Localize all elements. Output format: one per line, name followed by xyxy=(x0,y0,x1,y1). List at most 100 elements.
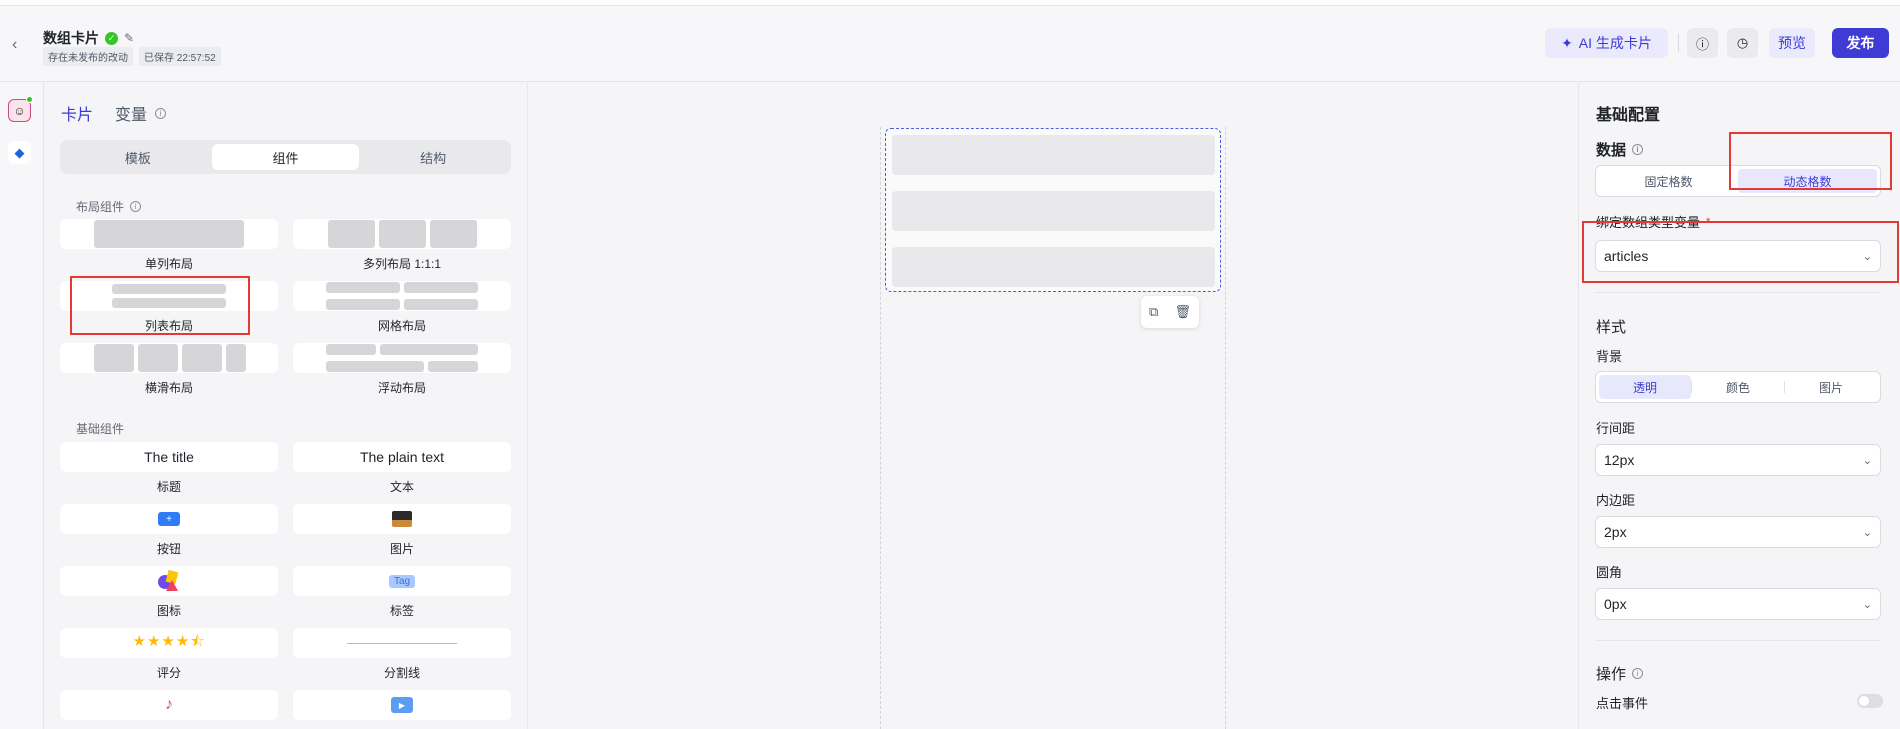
selected-list-component[interactable] xyxy=(885,128,1221,292)
tab-card[interactable]: 卡片 xyxy=(61,101,93,125)
style-section-title: 样式 xyxy=(1596,319,1627,336)
floating-layout-card[interactable] xyxy=(293,343,511,373)
info-icon: i xyxy=(130,201,142,212)
component-label: 横滑布局 xyxy=(144,381,193,395)
placeholder-block xyxy=(327,220,375,248)
padding-label: 内边距 xyxy=(1596,493,1636,508)
action-section-title: 操作 i xyxy=(1596,663,1644,684)
segment-templates[interactable]: 模板 xyxy=(64,144,212,170)
layout-section-label: 布局组件 i xyxy=(76,198,142,215)
icon-component-card[interactable] xyxy=(60,566,278,596)
background-color-option[interactable]: 颜色 xyxy=(1692,375,1784,399)
component-label: 浮动布局 xyxy=(377,381,426,395)
component-label: 网格布局 xyxy=(377,319,426,333)
single-column-layout-card[interactable] xyxy=(60,219,278,249)
rating-component-card[interactable]: ★★★★⯪ xyxy=(60,628,278,658)
background-image-option[interactable]: 图片 xyxy=(1785,375,1877,399)
editor-canvas[interactable]: ⧉ 🗑 xyxy=(529,83,1578,729)
chevron-down-icon: ⌄ xyxy=(1862,598,1872,611)
segment-structure[interactable]: 结构 xyxy=(359,144,507,170)
info-button[interactable]: ⓘ xyxy=(1687,28,1718,58)
unpublished-badge: 存在未发布的改动 xyxy=(43,47,133,66)
data-label: 数据 i xyxy=(1596,139,1644,160)
app-logo-icon[interactable]: ◆ xyxy=(8,141,31,164)
chevron-left-icon[interactable]: ‹ xyxy=(12,36,17,54)
music-note-icon: ♪ xyxy=(165,696,173,713)
grid-layout-card[interactable] xyxy=(293,281,511,311)
audio-component-card[interactable]: ♪ xyxy=(60,690,278,720)
text-preview: The plain text xyxy=(359,449,445,465)
panel-segment: 模板 组件 结构 xyxy=(60,140,511,174)
divider xyxy=(1678,34,1679,52)
property-panel: 基础配置 数据 i 固定格数 动态格数 绑定数组类型变量 * articles ⌄… xyxy=(1578,83,1900,729)
multi-column-layout-card[interactable] xyxy=(293,219,511,249)
text-component-card[interactable]: The plain text xyxy=(293,442,511,472)
fixed-count-option[interactable]: 固定格数 xyxy=(1599,169,1738,193)
component-label: 标签 xyxy=(389,604,414,618)
tag-component-card[interactable]: Tag xyxy=(293,566,511,596)
divider xyxy=(1595,640,1881,641)
segment-components[interactable]: 组件 xyxy=(211,144,360,170)
component-panel: 卡片 变量 i 模板 组件 结构 布局组件 i 单列布局 多列布局 1:1:1 … xyxy=(45,83,528,729)
radius-select[interactable]: 0px ⌄ xyxy=(1595,588,1881,620)
image-icon xyxy=(392,511,412,527)
tab-variables[interactable]: 变量 i xyxy=(115,101,167,125)
list-row-placeholder xyxy=(892,135,1215,175)
divider xyxy=(1595,292,1881,293)
click-event-toggle[interactable] xyxy=(1857,694,1883,708)
divider-component-card[interactable] xyxy=(293,628,511,658)
publish-button[interactable]: 发布 xyxy=(1832,28,1889,58)
button-component-card[interactable]: + xyxy=(60,504,278,534)
video-component-card[interactable]: ▶ xyxy=(293,690,511,720)
history-button[interactable]: ◷ xyxy=(1727,28,1758,58)
line-spacing-select[interactable]: 12px ⌄ xyxy=(1595,444,1881,476)
component-label: 多列布局 1:1:1 xyxy=(362,257,442,271)
component-label: 分割线 xyxy=(383,666,420,680)
clock-icon: ◷ xyxy=(1736,35,1749,50)
placeholder-block xyxy=(182,344,222,372)
saved-badge: 已保存 22:57:52 xyxy=(139,47,221,66)
horizontal-scroll-layout-card[interactable] xyxy=(60,343,278,373)
click-event-label: 点击事件 xyxy=(1596,696,1649,711)
placeholder-block xyxy=(428,360,478,372)
placeholder-block xyxy=(326,344,376,356)
background-transparent-option[interactable]: 透明 xyxy=(1599,375,1691,399)
placeholder-block xyxy=(380,344,478,356)
online-dot xyxy=(26,96,33,103)
info-icon: i xyxy=(155,107,167,119)
preview-button[interactable]: 预览 xyxy=(1769,28,1815,58)
placeholder-block xyxy=(404,298,478,310)
ai-generate-button[interactable]: ✦ AI 生成卡片 xyxy=(1545,28,1668,58)
highlight-box xyxy=(1582,221,1899,283)
placeholder-block xyxy=(429,220,477,248)
padding-select[interactable]: 2px ⌄ xyxy=(1595,516,1881,548)
panel-tabs: 卡片 变量 i xyxy=(61,101,167,125)
left-rail: ☺ ◆ xyxy=(0,83,44,729)
list-row-placeholder xyxy=(892,247,1215,287)
image-component-card[interactable] xyxy=(293,504,511,534)
tag-preview: Tag xyxy=(388,574,416,588)
component-label: 文本 xyxy=(389,480,414,494)
info-icon: ⓘ xyxy=(1695,36,1709,52)
placeholder-block xyxy=(404,282,478,294)
background-segment: 透明 颜色 图片 xyxy=(1595,371,1881,403)
duplicate-icon[interactable]: ⧉ xyxy=(1149,304,1158,320)
component-label: 图标 xyxy=(156,604,181,618)
button-icon: + xyxy=(158,512,180,526)
placeholder-block xyxy=(226,344,246,372)
component-label: 标题 xyxy=(156,480,181,494)
page-title: 数组卡片 ✓ ✎ xyxy=(43,30,135,46)
list-row-placeholder xyxy=(892,191,1215,231)
line-spacing-label: 行间距 xyxy=(1596,421,1636,436)
title-component-card[interactable]: The title xyxy=(60,442,278,472)
trash-icon[interactable]: 🗑 xyxy=(1174,304,1191,320)
info-icon: i xyxy=(1632,144,1644,155)
check-circle-icon: ✓ xyxy=(105,31,118,45)
placeholder-block xyxy=(94,344,134,372)
component-label: 图片 xyxy=(389,542,414,556)
highlight-box xyxy=(70,276,250,335)
highlight-box xyxy=(1729,132,1892,190)
shapes-icon xyxy=(158,569,180,591)
edit-icon[interactable]: ✎ xyxy=(124,31,134,45)
placeholder-block xyxy=(378,220,426,248)
